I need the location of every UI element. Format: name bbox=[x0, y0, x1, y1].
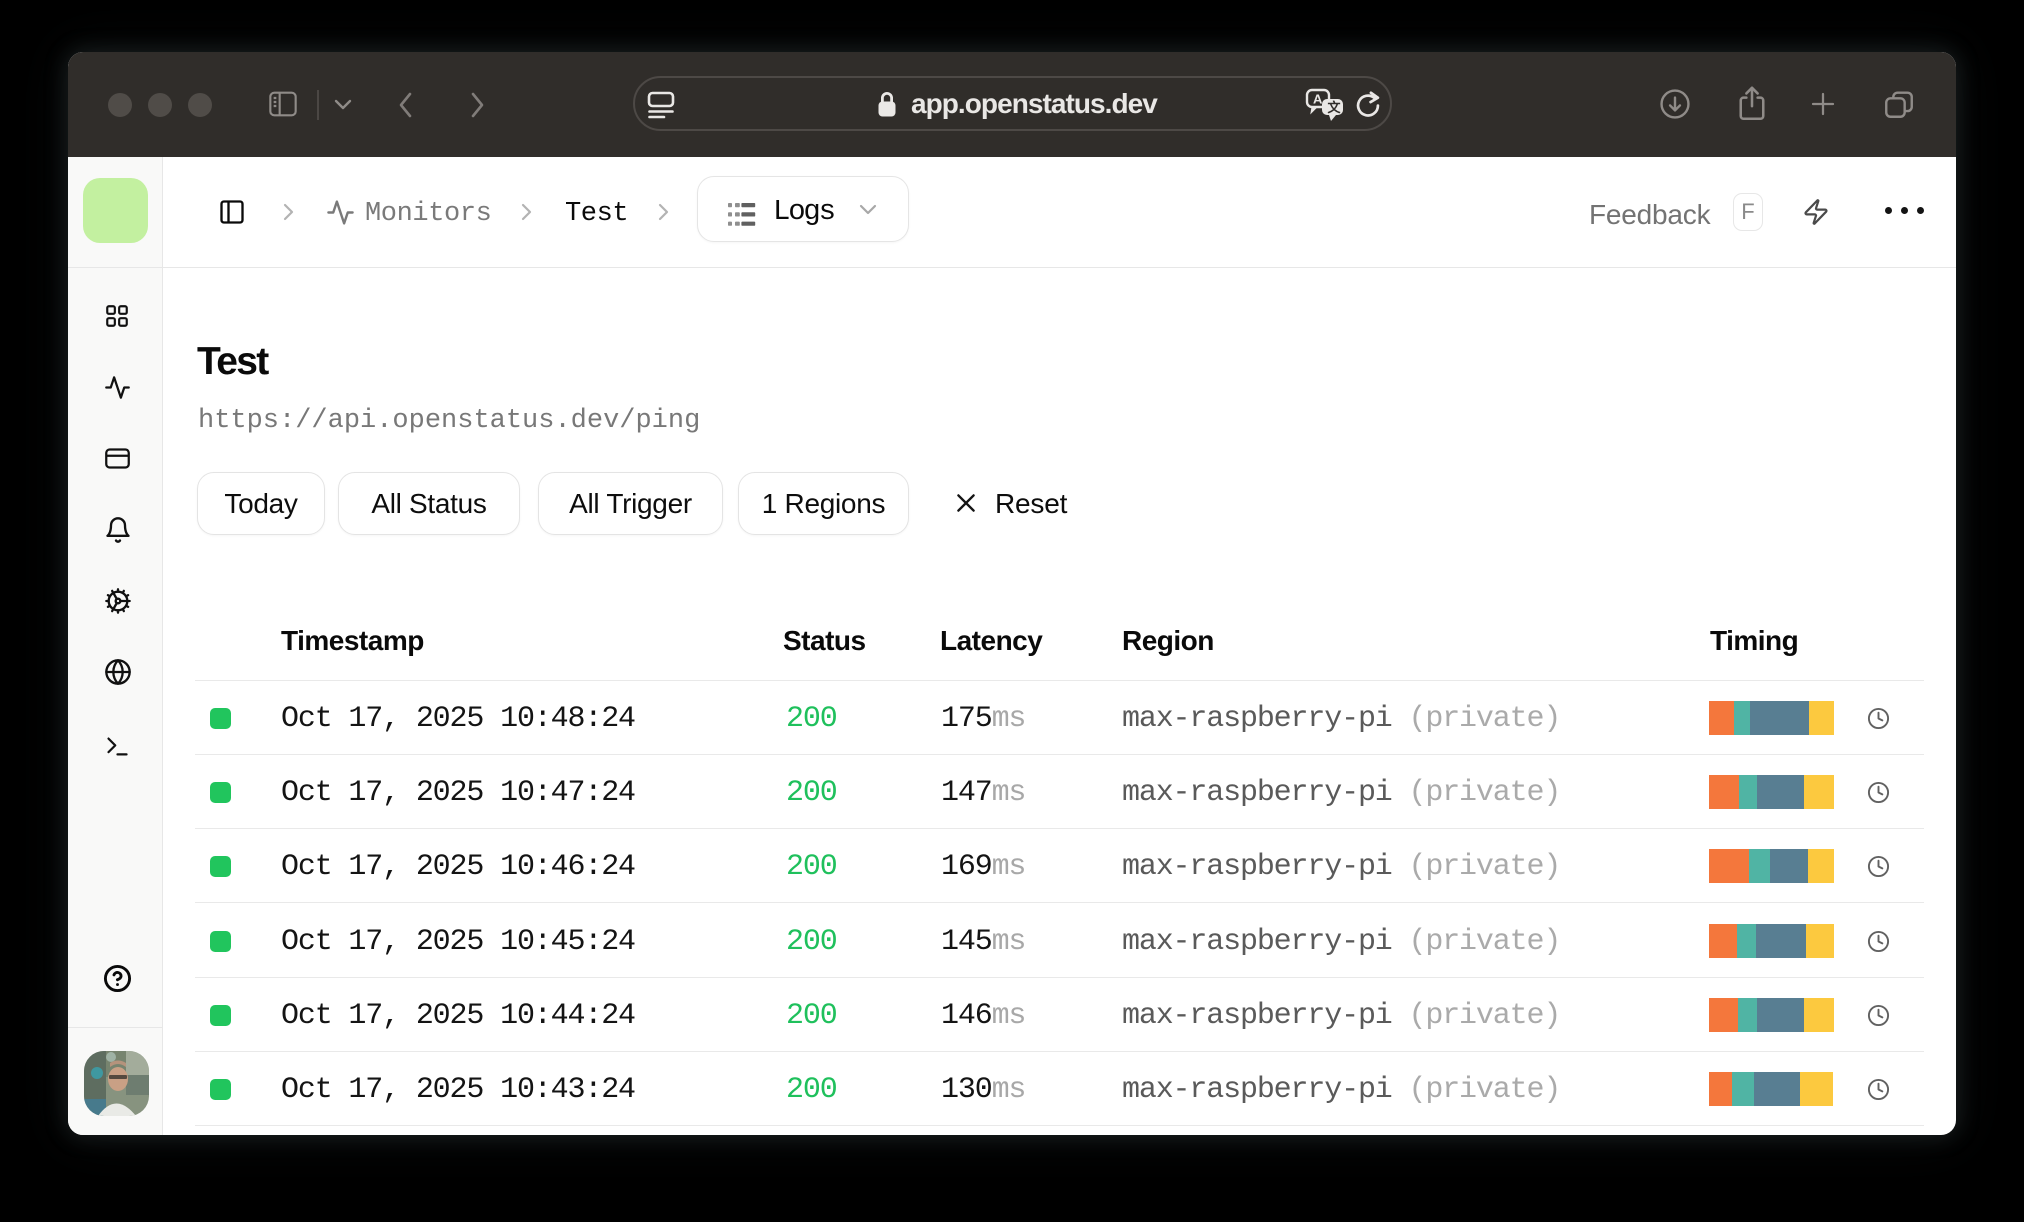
svg-text:文: 文 bbox=[1328, 100, 1342, 115]
svg-text:A: A bbox=[1313, 92, 1323, 107]
